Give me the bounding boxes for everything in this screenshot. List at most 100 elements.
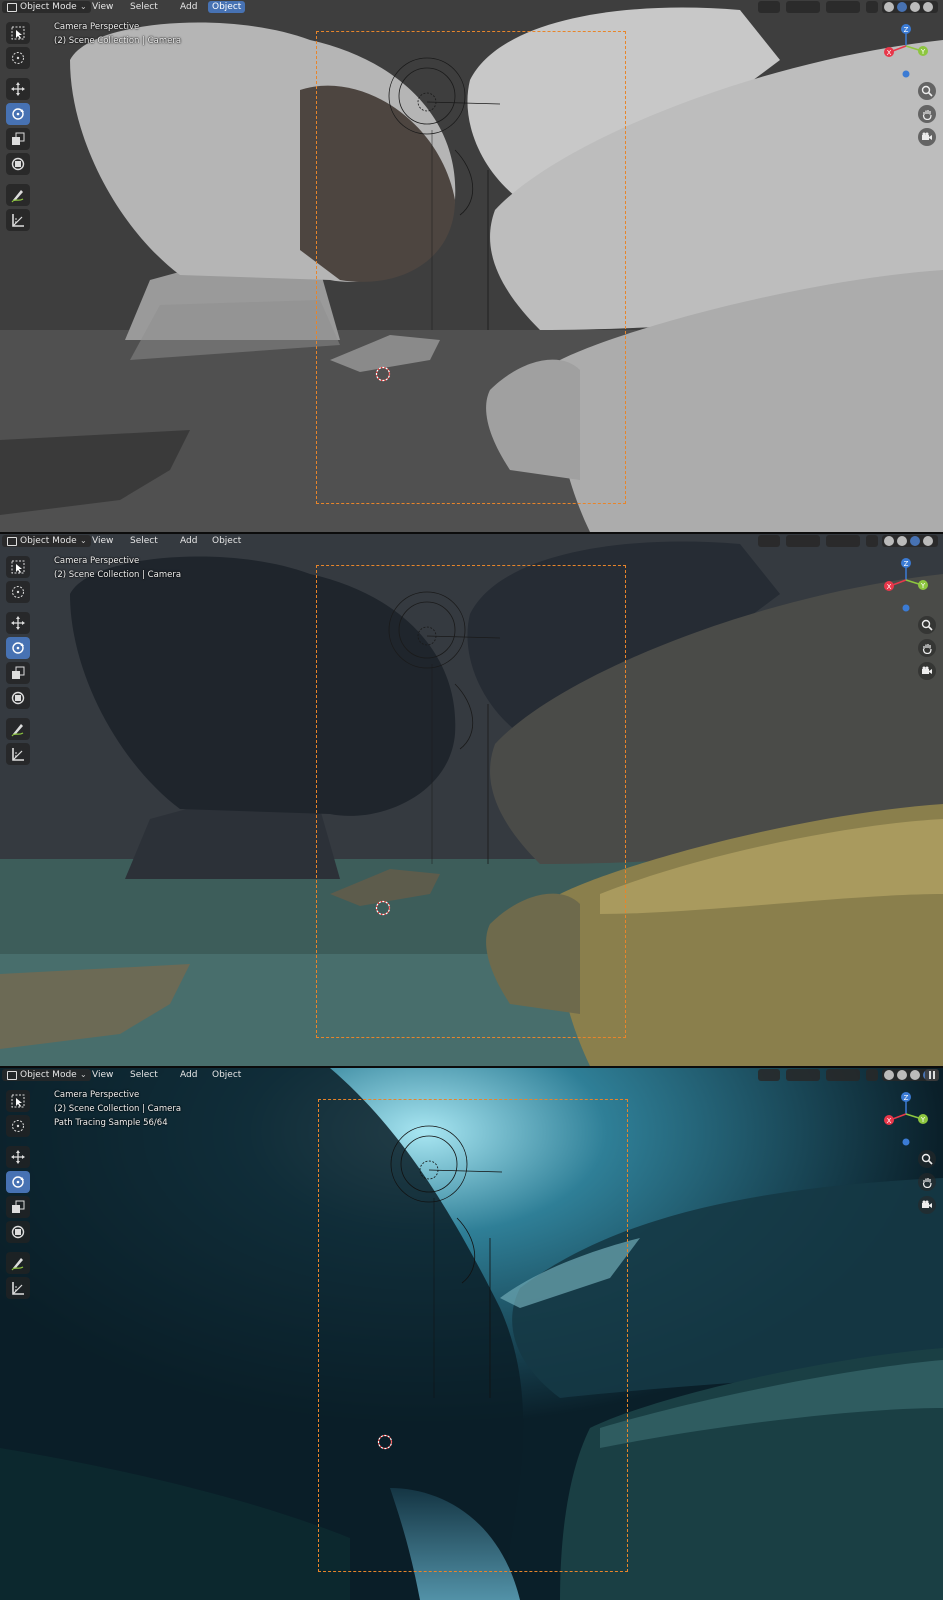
wireframe-shading-icon[interactable] bbox=[884, 536, 894, 546]
tool-cursor[interactable] bbox=[6, 581, 30, 603]
tool-scale[interactable] bbox=[6, 1196, 30, 1218]
gizmo-toggle[interactable] bbox=[786, 535, 820, 547]
select-box-icon bbox=[11, 26, 25, 40]
rendered-shading-icon[interactable] bbox=[923, 2, 933, 12]
tool-transform[interactable] bbox=[6, 687, 30, 709]
object-mode-icon bbox=[7, 1071, 17, 1080]
solid-shading-icon[interactable] bbox=[897, 536, 907, 546]
chevron-down-icon: ⌄ bbox=[80, 1070, 87, 1079]
tool-scale[interactable] bbox=[6, 128, 30, 150]
camera-icon bbox=[922, 1200, 932, 1208]
tool-transform[interactable] bbox=[6, 153, 30, 175]
solid-shading-icon[interactable] bbox=[897, 2, 907, 12]
wireframe-shading-icon[interactable] bbox=[884, 1070, 894, 1080]
tool-annotate[interactable] bbox=[6, 1252, 30, 1274]
toolbar bbox=[6, 1090, 32, 1302]
viewport-overlay-text: Camera Perspective (2) Scene Collection |… bbox=[54, 554, 181, 582]
pan-view-button[interactable] bbox=[918, 639, 936, 657]
tool-measure[interactable] bbox=[6, 1277, 30, 1299]
viewport-solid[interactable]: Object Mode ⌄ View Select Add Object Camera Pe… bbox=[0, 0, 943, 532]
navigation-gizmo[interactable]: Z X Y bbox=[878, 18, 938, 78]
rotate-icon bbox=[12, 108, 24, 120]
camera-view-button[interactable] bbox=[918, 662, 936, 680]
object-mode-icon bbox=[7, 537, 17, 546]
rotate-icon bbox=[12, 642, 24, 654]
overlay-toggle[interactable] bbox=[826, 1069, 860, 1081]
xray-toggle[interactable] bbox=[866, 1069, 878, 1081]
menu-object[interactable]: Object bbox=[208, 535, 245, 547]
tool-scale[interactable] bbox=[6, 662, 30, 684]
visibility-dropdown[interactable] bbox=[758, 535, 780, 547]
menu-add[interactable]: Add bbox=[176, 1, 201, 13]
object-mode-label: Object Mode bbox=[20, 2, 77, 12]
tool-measure[interactable] bbox=[6, 209, 30, 231]
camera-view-button[interactable] bbox=[918, 128, 936, 146]
tool-cursor[interactable] bbox=[6, 1115, 30, 1137]
tool-annotate[interactable] bbox=[6, 184, 30, 206]
camera-view-button[interactable] bbox=[918, 1196, 936, 1214]
overlay-line1: Camera Perspective bbox=[54, 556, 140, 566]
tool-move[interactable] bbox=[6, 612, 30, 634]
overlay-toggle[interactable] bbox=[826, 1, 860, 13]
navigation-gizmo[interactable]: Z X Y bbox=[878, 552, 938, 612]
overlay-toggle[interactable] bbox=[826, 535, 860, 547]
camera-frame bbox=[318, 1099, 628, 1572]
material-shading-icon[interactable] bbox=[910, 2, 920, 12]
svg-text:X: X bbox=[887, 1117, 892, 1125]
menu-view[interactable]: View bbox=[88, 1, 117, 13]
zoom-view-button[interactable] bbox=[918, 1150, 936, 1168]
pan-icon bbox=[922, 644, 932, 654]
rotate-icon bbox=[12, 1176, 24, 1188]
tool-move[interactable] bbox=[6, 78, 30, 100]
solid-shading-icon[interactable] bbox=[897, 1070, 907, 1080]
tool-rotate[interactable] bbox=[6, 103, 30, 125]
viewport-header: Object Mode ⌄ View Select Add Object bbox=[0, 1068, 943, 1082]
tool-annotate[interactable] bbox=[6, 718, 30, 740]
gizmo-toggle[interactable] bbox=[786, 1069, 820, 1081]
xray-toggle[interactable] bbox=[866, 535, 878, 547]
measure-icon bbox=[12, 214, 24, 227]
pause-render-button[interactable] bbox=[925, 1069, 939, 1081]
annotate-icon bbox=[11, 724, 24, 737]
pan-view-button[interactable] bbox=[918, 1173, 936, 1191]
tool-transform[interactable] bbox=[6, 1221, 30, 1243]
menu-select[interactable]: Select bbox=[126, 535, 162, 547]
material-shading-icon[interactable] bbox=[910, 1070, 920, 1080]
tool-select-box[interactable] bbox=[6, 1090, 30, 1112]
transform-icon bbox=[11, 1225, 25, 1239]
zoom-view-button[interactable] bbox=[918, 82, 936, 100]
rendered-shading-icon[interactable] bbox=[923, 536, 933, 546]
gizmo-toggle[interactable] bbox=[786, 1, 820, 13]
menu-view[interactable]: View bbox=[88, 535, 117, 547]
object-mode-dropdown[interactable]: Object Mode ⌄ bbox=[2, 1069, 91, 1081]
visibility-dropdown[interactable] bbox=[758, 1069, 780, 1081]
tool-select-box[interactable] bbox=[6, 22, 30, 44]
menu-view[interactable]: View bbox=[88, 1069, 117, 1081]
tool-select-box[interactable] bbox=[6, 556, 30, 578]
pause-icon bbox=[929, 1071, 931, 1079]
material-shading-icon[interactable] bbox=[910, 536, 920, 546]
menu-object[interactable]: Object bbox=[208, 1, 246, 13]
xray-toggle[interactable] bbox=[866, 1, 878, 13]
pan-view-button[interactable] bbox=[918, 105, 936, 123]
menu-object[interactable]: Object bbox=[208, 1069, 245, 1081]
tool-rotate[interactable] bbox=[6, 637, 30, 659]
wireframe-shading-icon[interactable] bbox=[884, 2, 894, 12]
tool-cursor[interactable] bbox=[6, 47, 30, 69]
viewport-header: Object Mode ⌄ View Select Add Object bbox=[0, 534, 943, 548]
viewport-rendered[interactable]: Object Mode ⌄ View Select Add Object Camera Pe… bbox=[0, 1068, 943, 1600]
viewport-material[interactable]: Object Mode ⌄ View Select Add Object Camera Pe… bbox=[0, 534, 943, 1066]
navigation-gizmo[interactable]: Z X Y bbox=[878, 1086, 938, 1146]
menu-add[interactable]: Add bbox=[176, 535, 201, 547]
camera-icon bbox=[922, 132, 932, 140]
tool-rotate[interactable] bbox=[6, 1171, 30, 1193]
tool-measure[interactable] bbox=[6, 743, 30, 765]
tool-move[interactable] bbox=[6, 1146, 30, 1168]
menu-add[interactable]: Add bbox=[176, 1069, 201, 1081]
menu-select[interactable]: Select bbox=[126, 1, 162, 13]
object-mode-dropdown[interactable]: Object Mode ⌄ bbox=[2, 535, 91, 547]
object-mode-dropdown[interactable]: Object Mode ⌄ bbox=[2, 1, 91, 13]
menu-select[interactable]: Select bbox=[126, 1069, 162, 1081]
visibility-dropdown[interactable] bbox=[758, 1, 780, 13]
zoom-view-button[interactable] bbox=[918, 616, 936, 634]
